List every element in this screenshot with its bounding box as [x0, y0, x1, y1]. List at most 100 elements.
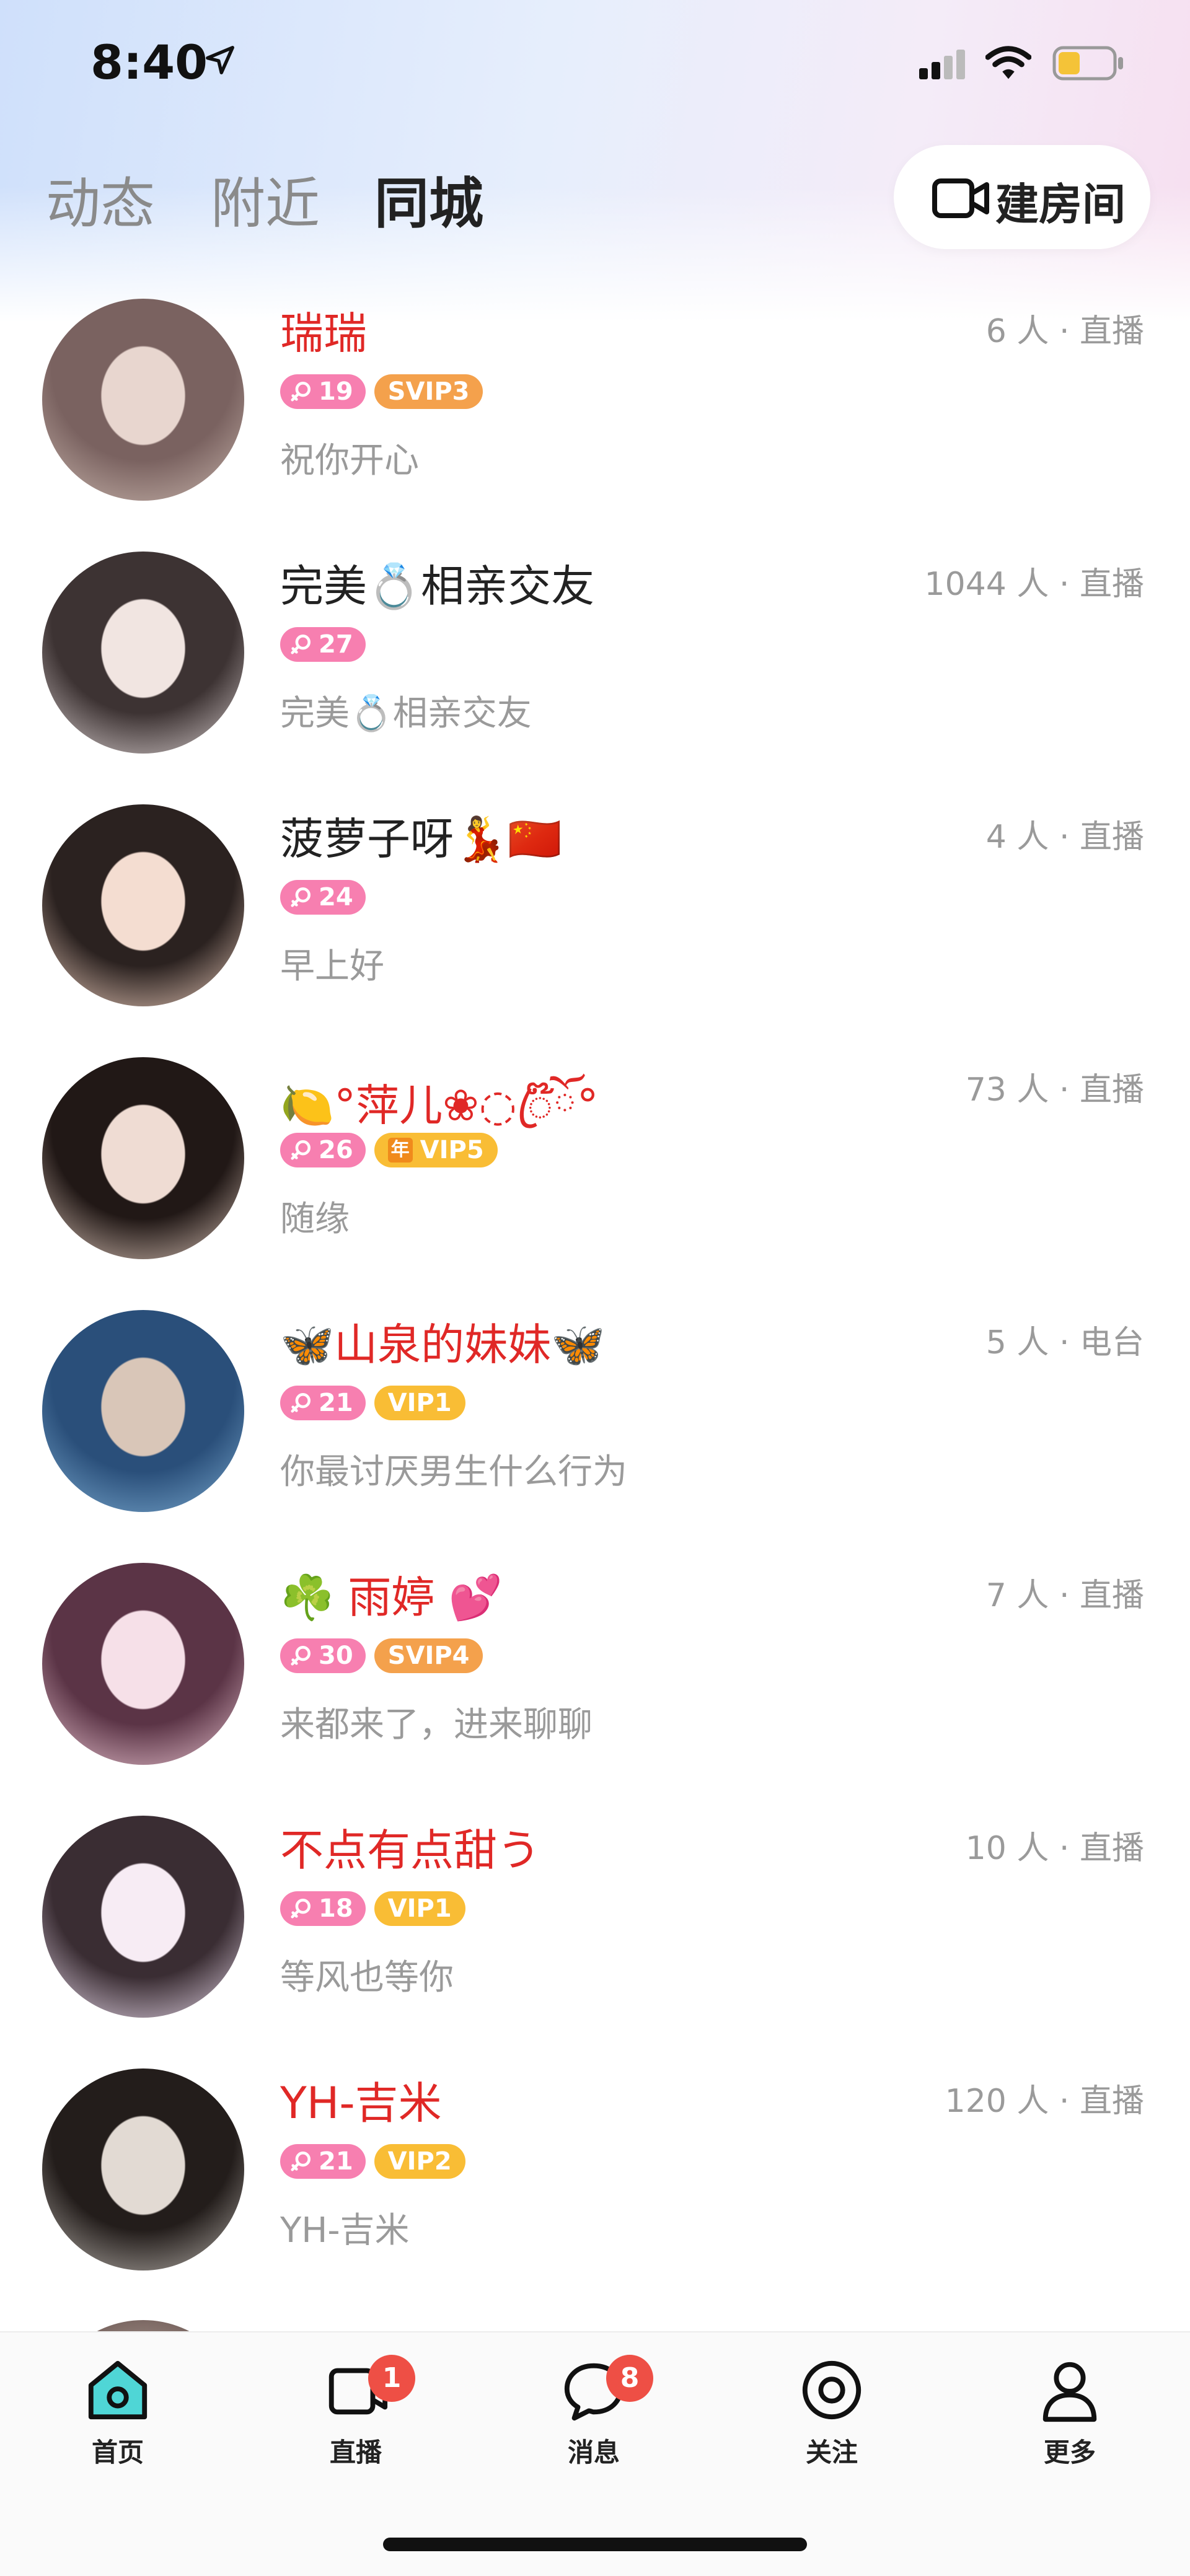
age-badge: 18 [280, 1891, 366, 1926]
vip-badge: VIP2 [374, 2144, 465, 2179]
room-row[interactable]: 不点有点甜う 10 人 · 直播 18 VIP1 等风也等你 [0, 1803, 1190, 2056]
badges: 27 [280, 627, 366, 663]
year-mark: 年 [387, 1138, 413, 1163]
age-value: 26 [319, 1136, 353, 1164]
room-row[interactable]: 菠萝子呀💃🇨🇳 4 人 · 直播 24 早上好 [0, 792, 1190, 1045]
live-badge: 1 [368, 2355, 415, 2402]
room-row[interactable]: YH-吉米 120 人 · 直播 21 VIP2 YH-吉米 [0, 2056, 1190, 2309]
vip-level: VIP2 [387, 2147, 452, 2176]
cellular-signal-icon [919, 50, 965, 79]
female-icon [291, 2152, 311, 2171]
age-badge: 26 [280, 1133, 366, 1167]
room-signature: 随缘 [280, 1199, 350, 1239]
nav-more[interactable]: 更多 [995, 2356, 1144, 2480]
room-meta: 10 人 · 直播 [965, 1830, 1144, 1867]
room-name: YH-吉米 [280, 2078, 442, 2129]
age-value: 27 [319, 630, 353, 659]
location-arrow-icon [206, 46, 234, 74]
age-value: 19 [319, 377, 353, 406]
age-value: 18 [319, 1894, 353, 1923]
avatar[interactable] [42, 299, 244, 501]
female-icon [291, 1393, 311, 1413]
age-value: 30 [319, 1642, 353, 1670]
female-icon [291, 635, 311, 654]
tab-nearby[interactable]: 附近 [211, 160, 320, 239]
room-row[interactable]: ☘️ 雨婷 💕 7 人 · 直播 30 SVIP4 来都来了，进来聊聊 [0, 1550, 1190, 1803]
age-badge: 27 [280, 627, 366, 662]
nav-messages-label: 消息 [567, 2437, 620, 2468]
nav-more-label: 更多 [1043, 2437, 1096, 2468]
avatar[interactable] [42, 804, 244, 1006]
female-icon [291, 1899, 311, 1919]
room-signature: 你最讨厌男生什么行为 [280, 1452, 627, 1492]
room-name: 瑞瑞 [280, 308, 367, 359]
age-badge: 30 [280, 1638, 366, 1673]
age-badge: 24 [280, 880, 366, 915]
create-room-label: 建房间 [995, 179, 1126, 230]
battery-icon [1052, 46, 1123, 81]
vip-badge: SVIP3 [374, 374, 483, 409]
avatar[interactable] [42, 1563, 244, 1765]
vip-level: SVIP4 [387, 1642, 470, 1670]
messages-badge: 8 [606, 2355, 653, 2402]
badges: 21 VIP2 [280, 2144, 465, 2180]
age-badge: 21 [280, 1386, 366, 1420]
room-row[interactable]: 🍋°萍儿❀◌ꦿ໊ོ° 73 人 · 直播 26 年 VIP5 随缘 [0, 1045, 1190, 1298]
female-icon [291, 1140, 311, 1160]
room-meta: 5 人 · 电台 [985, 1324, 1144, 1361]
badges: 18 VIP1 [280, 1891, 465, 1927]
nav-home-label: 首页 [91, 2437, 144, 2468]
badges: 26 年 VIP5 [280, 1133, 498, 1169]
room-name: 完美💍相亲交友 [280, 561, 595, 612]
home-icon [88, 2360, 148, 2420]
female-icon [291, 382, 311, 402]
age-badge: 21 [280, 2144, 366, 2179]
badges: 30 SVIP4 [280, 1638, 483, 1674]
room-meta: 1044 人 · 直播 [924, 566, 1144, 603]
age-value: 21 [319, 1389, 353, 1417]
female-icon [291, 1646, 311, 1666]
room-row[interactable]: 🦋山泉的妹妹🦋 5 人 · 电台 21 VIP1 你最讨厌男生什么行为 [0, 1298, 1190, 1550]
wifi-icon [985, 46, 1031, 79]
age-badge: 19 [280, 374, 366, 409]
vip-level: SVIP3 [387, 377, 470, 406]
badges: 21 VIP1 [280, 1386, 465, 1422]
room-name: 🦋山泉的妹妹🦋 [280, 1319, 606, 1370]
nav-home[interactable]: 首页 [43, 2356, 192, 2480]
age-value: 24 [319, 883, 353, 912]
status-time: 8:40 [90, 35, 208, 90]
room-row[interactable]: 完美💍相亲交友 1044 人 · 直播 27 完美💍相亲交友 [0, 539, 1190, 792]
room-signature: 祝你开心 [280, 441, 419, 481]
room-meta: 73 人 · 直播 [965, 1071, 1144, 1109]
vip-badge: 年 VIP5 [374, 1133, 498, 1167]
nav-follow[interactable]: 关注 [757, 2356, 906, 2480]
avatar[interactable] [42, 1310, 244, 1512]
eye-icon [802, 2360, 862, 2420]
vip-badge: VIP1 [374, 1891, 465, 1926]
vip-badge: VIP1 [374, 1386, 465, 1420]
avatar[interactable] [42, 1057, 244, 1259]
badges: 19 SVIP3 [280, 374, 483, 410]
room-row[interactable]: 瑞瑞 6 人 · 直播 19 SVIP3 祝你开心 [0, 286, 1190, 539]
avatar[interactable] [42, 1816, 244, 2018]
nav-live[interactable]: 1 直播 [281, 2355, 430, 2480]
room-signature: YH-吉米 [280, 2210, 410, 2251]
tab-dynamic[interactable]: 动态 [46, 160, 155, 239]
home-indicator [383, 2538, 807, 2551]
badges: 24 [280, 880, 366, 916]
nav-follow-label: 关注 [805, 2437, 858, 2468]
female-icon [291, 887, 311, 907]
avatar[interactable] [42, 552, 244, 754]
room-name: 菠萝子呀💃🇨🇳 [280, 814, 562, 864]
room-name: ☘️ 雨婷 💕 [280, 1572, 503, 1623]
vip-level: VIP5 [420, 1136, 484, 1164]
tab-same-city[interactable]: 同城 [374, 160, 483, 239]
age-value: 21 [319, 2147, 353, 2176]
nav-messages[interactable]: 8 消息 [519, 2355, 668, 2480]
room-signature: 来都来了，进来聊聊 [280, 1705, 593, 1745]
create-room-button[interactable]: 建房间 [894, 145, 1150, 249]
avatar[interactable] [42, 2068, 244, 2270]
vip-badge: SVIP4 [374, 1638, 483, 1673]
vip-level: VIP1 [387, 1389, 452, 1417]
room-signature: 完美💍相亲交友 [280, 693, 532, 734]
